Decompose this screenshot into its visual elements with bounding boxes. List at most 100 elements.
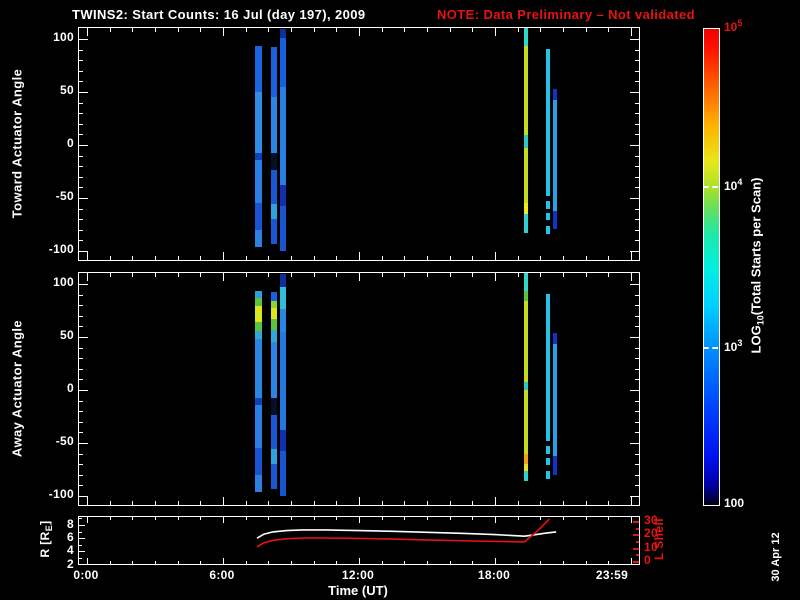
x-tick bbox=[495, 497, 496, 505]
data-stripe bbox=[271, 219, 277, 244]
data-stripe bbox=[279, 331, 286, 431]
y-tick bbox=[630, 337, 639, 338]
x-tick bbox=[109, 273, 111, 277]
y-tick bbox=[79, 400, 83, 402]
data-stripe bbox=[255, 203, 262, 230]
data-stripe bbox=[546, 48, 551, 196]
y-tick bbox=[630, 198, 639, 199]
x-tick bbox=[540, 501, 542, 505]
x-tick bbox=[268, 28, 270, 32]
x-tick bbox=[449, 501, 451, 505]
data-stripe bbox=[524, 203, 529, 214]
data-stripe bbox=[279, 185, 286, 207]
data-stripe bbox=[271, 204, 277, 220]
data-stripe bbox=[553, 332, 558, 345]
x-tick bbox=[313, 256, 315, 260]
x-tick bbox=[177, 28, 179, 32]
y-tick bbox=[635, 187, 639, 189]
r-tick-label: 4 bbox=[67, 543, 74, 558]
r-tick-label: 6 bbox=[67, 530, 74, 545]
x-tick bbox=[608, 28, 610, 32]
y-tick bbox=[79, 496, 88, 497]
data-stripe bbox=[271, 449, 277, 465]
data-stripe bbox=[255, 92, 262, 154]
angle-tick-label: 0 bbox=[67, 381, 74, 395]
y-tick bbox=[635, 49, 639, 51]
data-stripe bbox=[524, 470, 529, 482]
data-stripe bbox=[546, 201, 551, 209]
y-tick bbox=[635, 485, 639, 487]
x-tick bbox=[449, 256, 451, 260]
x-tick bbox=[313, 28, 315, 32]
panel-toward bbox=[78, 27, 640, 261]
data-stripe bbox=[553, 100, 558, 211]
y-tick bbox=[79, 145, 88, 146]
angle-tick-label: 50 bbox=[60, 83, 74, 97]
angle-tick-label: -100 bbox=[48, 487, 74, 501]
x-tick bbox=[155, 256, 156, 260]
y-tick bbox=[635, 208, 639, 210]
x-tick bbox=[608, 501, 610, 505]
angle-tick-label: -50 bbox=[55, 189, 74, 203]
data-stripe bbox=[271, 342, 277, 399]
x-tick bbox=[517, 28, 519, 32]
x-tick bbox=[585, 501, 587, 505]
x-tick bbox=[268, 273, 270, 277]
x-tick bbox=[359, 273, 360, 281]
x-tick bbox=[585, 28, 587, 32]
data-stripe bbox=[546, 446, 551, 454]
x-tick bbox=[336, 28, 338, 32]
x-tick bbox=[472, 501, 474, 505]
y-tick bbox=[79, 368, 83, 370]
y-tick bbox=[635, 421, 639, 423]
y-tick bbox=[79, 123, 83, 125]
x-tick bbox=[495, 252, 496, 260]
y-tick bbox=[635, 474, 639, 476]
y-tick bbox=[635, 379, 639, 381]
data-stripe bbox=[255, 297, 262, 307]
x-tick bbox=[563, 256, 564, 260]
x-tick bbox=[563, 28, 564, 32]
y-tick bbox=[79, 294, 83, 296]
x-tick bbox=[540, 273, 542, 277]
curve-lshell bbox=[256, 518, 550, 548]
data-stripe bbox=[279, 37, 286, 87]
data-stripe bbox=[255, 322, 262, 331]
x-tick bbox=[245, 256, 247, 260]
x-tick bbox=[563, 273, 564, 277]
y-tick bbox=[635, 315, 639, 317]
y-tick bbox=[635, 347, 639, 349]
y-tick bbox=[635, 358, 639, 360]
y-tick bbox=[79, 134, 83, 136]
y-tick bbox=[79, 92, 88, 93]
y-tick bbox=[79, 453, 83, 455]
x-tick bbox=[177, 501, 179, 505]
data-stripe bbox=[279, 451, 286, 496]
x-tick bbox=[155, 501, 156, 505]
curve-radius bbox=[256, 529, 557, 539]
x-tick bbox=[359, 252, 360, 260]
data-stripe bbox=[255, 46, 262, 92]
y-tick bbox=[630, 251, 639, 252]
y-tick bbox=[79, 49, 83, 51]
y-tick bbox=[79, 305, 83, 307]
y-tick bbox=[635, 219, 639, 221]
data-stripe bbox=[271, 292, 277, 301]
data-stripe bbox=[524, 300, 529, 382]
colorbar-label-sub: 10 bbox=[755, 315, 766, 326]
data-stripe bbox=[255, 159, 262, 204]
panel-ephemeris bbox=[78, 516, 640, 565]
data-stripe bbox=[255, 339, 262, 399]
xlabel-time: Time (UT) bbox=[328, 583, 388, 598]
x-tick bbox=[631, 273, 632, 281]
angle-tick-label: -100 bbox=[48, 242, 74, 256]
panel-away bbox=[78, 272, 640, 506]
x-tick bbox=[155, 28, 156, 32]
x-tick bbox=[563, 501, 564, 505]
x-tick bbox=[585, 273, 587, 277]
y-tick bbox=[79, 113, 83, 115]
data-stripe bbox=[279, 287, 286, 310]
colorbar-label: LOG10(Total Starts per Scan) bbox=[749, 106, 766, 426]
colorbar-tick-label: 104 bbox=[724, 177, 743, 194]
x-tick bbox=[608, 256, 610, 260]
